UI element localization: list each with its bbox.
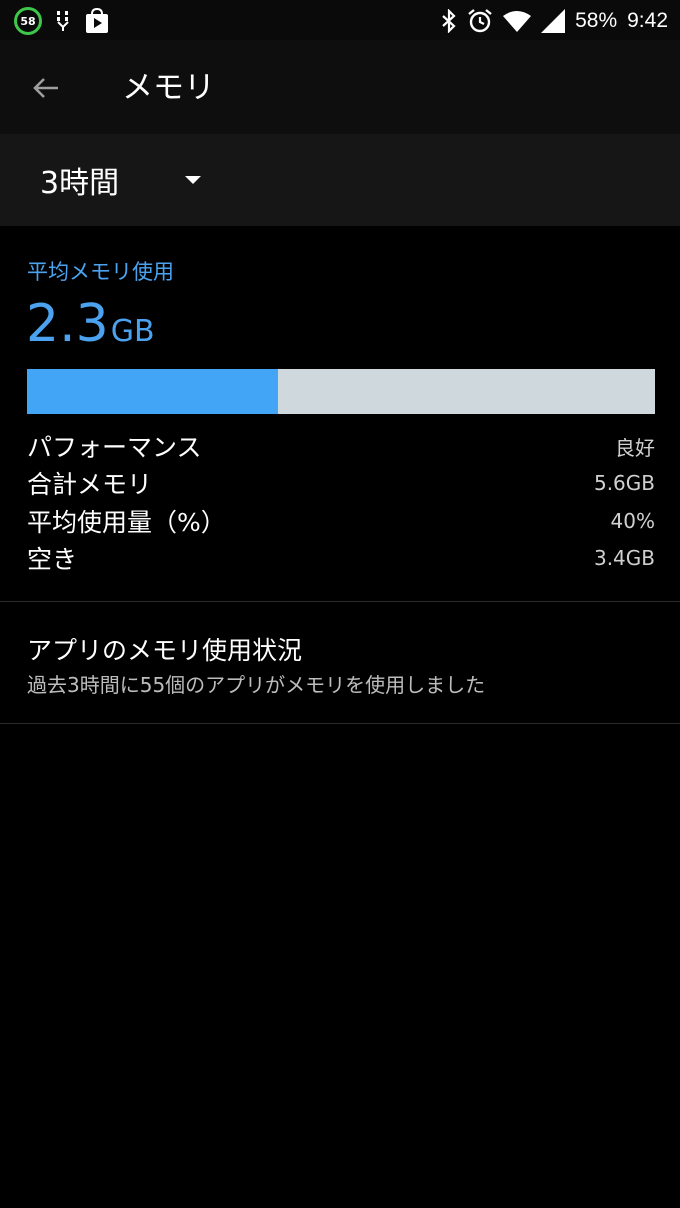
stat-row-total-memory: 合計メモリ 5.6GB (27, 465, 655, 501)
memory-usage-bar-fill (27, 369, 279, 414)
wifi-icon (503, 10, 532, 32)
app-memory-usage-title: アプリのメモリ使用状況 (27, 636, 303, 665)
dropdown-caret-icon (185, 176, 202, 184)
arrow-back-icon (33, 78, 58, 98)
status-bar-right: 58% 9:42 (441, 6, 668, 36)
stat-value: 3.4GB (593, 546, 655, 570)
notification-badge-text: 58 (20, 14, 36, 28)
divider (0, 601, 680, 602)
app-memory-usage-subtitle: 過去3時間に55個のアプリがメモリを使用しました (27, 673, 486, 697)
avg-memory-value: 2.3 GB (26, 294, 155, 354)
back-button[interactable] (22, 64, 70, 112)
status-bar: 58 58% 9:42 (0, 0, 680, 40)
stat-value: 5.6GB (593, 471, 655, 495)
stat-label: 平均使用量（%） (27, 508, 226, 537)
battery-percent: 58% (575, 9, 618, 32)
app-memory-usage-item[interactable]: アプリのメモリ使用状況 過去3時間に55個のアプリがメモリを使用しました (0, 603, 680, 723)
memory-summary: 平均メモリ使用 2.3 GB パフォーマンス 良好 合計メモリ 5.6GB 平均… (0, 226, 680, 602)
avg-memory-number: 2.3 (26, 294, 109, 354)
stat-row-performance: パフォーマンス 良好 (27, 428, 655, 464)
alarm-icon (467, 8, 493, 34)
period-selector-bar: 3時間 (0, 134, 680, 226)
clock: 9:42 (627, 9, 668, 32)
signal-icon (541, 9, 566, 33)
app-bar: メモリ (0, 40, 680, 134)
bluetooth-icon (441, 9, 457, 33)
usb-debug-icon (56, 10, 70, 32)
status-bar-left: 58 (14, 6, 110, 36)
stat-row-avg-usage: 平均使用量（%） 40% (27, 503, 655, 539)
avg-memory-label: 平均メモリ使用 (27, 260, 174, 284)
stat-value: 良好 (615, 435, 655, 460)
circle-58-icon: 58 (14, 7, 42, 35)
divider (0, 723, 680, 724)
stat-value: 40% (610, 509, 655, 533)
avg-memory-unit: GB (110, 314, 155, 349)
play-store-icon (84, 8, 110, 34)
stat-row-free: 空き 3.4GB (27, 540, 655, 576)
period-dropdown-value: 3時間 (40, 166, 120, 201)
period-dropdown[interactable]: 3時間 (40, 154, 202, 206)
stat-label: パフォーマンス (27, 433, 202, 462)
stat-label: 空き (27, 545, 78, 574)
page-title: メモリ (122, 70, 215, 106)
stat-label: 合計メモリ (27, 470, 153, 499)
memory-usage-bar (27, 369, 655, 414)
